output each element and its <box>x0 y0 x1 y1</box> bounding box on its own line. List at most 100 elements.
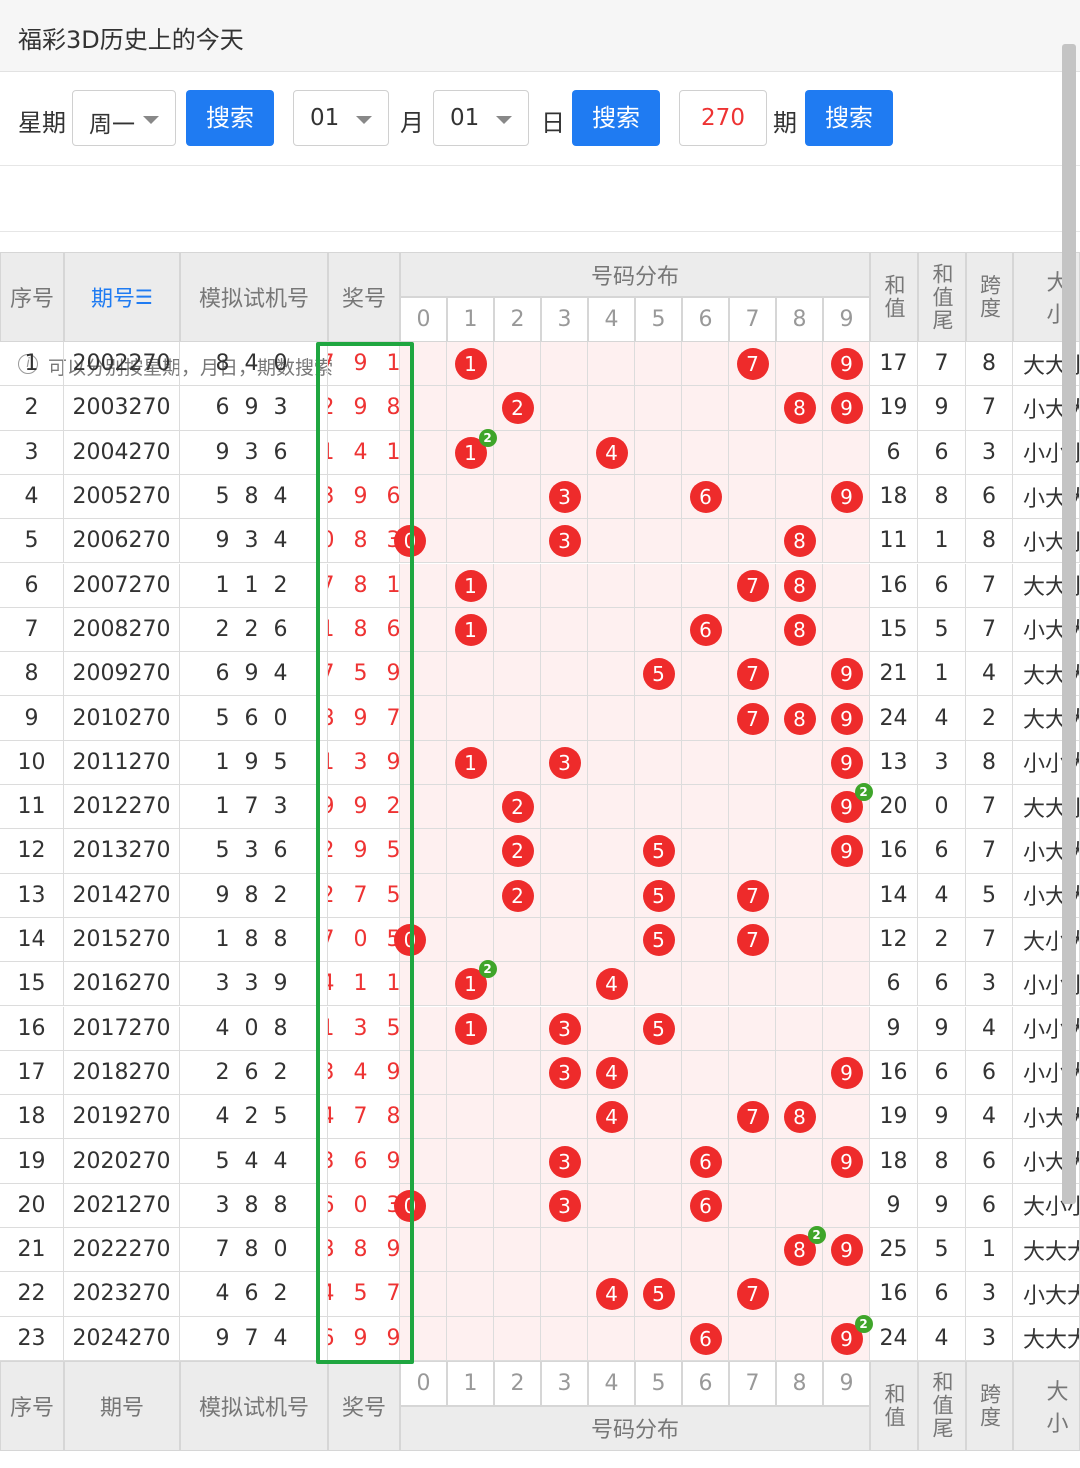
weekday-label: 星期 <box>18 109 66 137</box>
row-sum-tail: 2 <box>918 917 966 963</box>
ball-2: 2 <box>501 392 534 425</box>
row-digit-cell-1 <box>447 696 494 741</box>
row-sum: 9 <box>870 1006 918 1051</box>
row-span: 6 <box>966 474 1013 520</box>
row-digit-cell-5 <box>635 386 682 431</box>
ball-7: 7 <box>736 924 769 957</box>
row-sum-tail: 4 <box>918 696 966 741</box>
row-digit-cell-6 <box>682 829 729 874</box>
row-digit-cell-8 <box>776 829 823 874</box>
row-digit-cell-1 <box>447 652 494 697</box>
row-digit-cell-3 <box>541 386 588 431</box>
row-digit-cell-2 <box>494 519 541 564</box>
date-search-button[interactable]: 搜索 <box>572 90 660 146</box>
row-sum-tail: 7 <box>918 342 966 387</box>
row-digit-cell-4 <box>588 607 635 653</box>
row-digit-cell-5 <box>635 696 682 741</box>
row-issue: 2020270 <box>64 1139 180 1184</box>
row-digit-cell-3 <box>541 1095 588 1140</box>
row-sum: 6 <box>870 962 918 1007</box>
period-search-button[interactable]: 搜索 <box>805 90 893 146</box>
row-digit-cell-5 <box>635 1050 682 1096</box>
month-select[interactable]: 01 <box>293 90 389 146</box>
chevron-down-icon <box>496 116 512 124</box>
hint-bar: i 可以分别按星期，月日，期数搜索 <box>0 166 1080 379</box>
row-sum: 16 <box>870 829 918 874</box>
row-digit-cell-1 <box>447 1050 494 1096</box>
row-span: 7 <box>966 607 1013 653</box>
header-digit-6: 6 <box>682 297 729 342</box>
row-span: 5 <box>966 873 1013 918</box>
row-seq: 16 <box>0 1006 64 1051</box>
row-digit-cell-9 <box>823 1006 870 1051</box>
row-issue: 2017270 <box>64 1006 180 1051</box>
row-sum-tail: 9 <box>918 1095 966 1140</box>
row-digit-cell-2 <box>494 474 541 520</box>
ball-7: 7 <box>736 702 769 735</box>
row-digit-cell-5 <box>635 740 682 785</box>
header-digit-7: 7 <box>729 1360 776 1406</box>
row-digit-cell-6 <box>682 873 729 918</box>
row-digit-cell-6 <box>682 519 729 564</box>
row-digit-cell-6 <box>682 1228 729 1273</box>
period-input[interactable]: 270 <box>679 90 767 146</box>
row-digit-cell-1 <box>447 1139 494 1184</box>
row-digit-cell-6 <box>682 386 729 431</box>
row-sum-tail: 6 <box>918 1272 966 1317</box>
row-issue: 2015270 <box>64 917 180 963</box>
row-digit-cell-6 <box>682 696 729 741</box>
row-digit-cell-8 <box>776 873 823 918</box>
row-digit-cell-8 <box>776 962 823 1007</box>
row-digit-cell-4 <box>588 1183 635 1228</box>
row-sim: 5 3 6 <box>180 829 328 874</box>
row-sum: 24 <box>870 1316 918 1361</box>
header-prize: 奖号 <box>328 1360 400 1451</box>
row-sim: 9 3 4 <box>180 519 328 564</box>
ball-1: 1 <box>454 348 487 381</box>
ball-3: 3 <box>548 1189 581 1222</box>
row-digit-cell-5 <box>635 430 682 475</box>
ball-2: 2 <box>501 879 534 912</box>
row-span: 7 <box>966 917 1013 963</box>
header-sum: 和值 <box>870 252 918 342</box>
row-sum-tail: 4 <box>918 1316 966 1361</box>
row-digit-cell-3 <box>541 829 588 874</box>
row-size: 大大大 <box>1013 1316 1080 1361</box>
header-sum_tail: 和值尾 <box>918 1360 966 1451</box>
ball-6: 6 <box>689 481 722 514</box>
row-digit-cell-1 <box>447 917 494 963</box>
weekday-select[interactable]: 周一 <box>72 90 176 146</box>
row-digit-cell-8 <box>776 1006 823 1051</box>
ball-2: 2 <box>501 835 534 868</box>
header-span: 跨度 <box>966 1360 1013 1451</box>
ball-7: 7 <box>736 1278 769 1311</box>
row-issue: 2010270 <box>64 696 180 741</box>
row-digit-cell-4 <box>588 652 635 697</box>
row-span: 7 <box>966 386 1013 431</box>
row-sim: 8 4 0 <box>180 342 328 387</box>
row-sum: 12 <box>870 917 918 963</box>
row-digit-cell-7 <box>729 1006 776 1051</box>
header-issue[interactable]: 期号 ☰ <box>64 252 180 342</box>
row-seq: 12 <box>0 829 64 874</box>
row-sim: 5 4 4 <box>180 1139 328 1184</box>
row-sim: 9 3 6 <box>180 430 328 475</box>
weekday-value: 周一 <box>89 112 135 138</box>
scrollbar[interactable] <box>1062 44 1076 1204</box>
weekday-search-button[interactable]: 搜索 <box>186 90 274 146</box>
sort-icon[interactable]: ☰ <box>135 285 153 309</box>
row-digit-cell-1 <box>447 1272 494 1317</box>
ball-5: 5 <box>642 1278 675 1311</box>
day-select[interactable]: 01 <box>433 90 529 146</box>
header-digit-8: 8 <box>776 1360 823 1406</box>
row-issue: 2002270 <box>64 342 180 387</box>
ball-7: 7 <box>736 348 769 381</box>
row-digit-cell-9 <box>823 962 870 1007</box>
row-digit-cell-7 <box>729 386 776 431</box>
row-digit-cell-7 <box>729 1050 776 1096</box>
row-span: 3 <box>966 962 1013 1007</box>
ball-9: 9 <box>830 481 863 514</box>
row-digit-cell-3 <box>541 917 588 963</box>
row-digit-cell-3 <box>541 1272 588 1317</box>
row-digit-cell-7 <box>729 740 776 785</box>
